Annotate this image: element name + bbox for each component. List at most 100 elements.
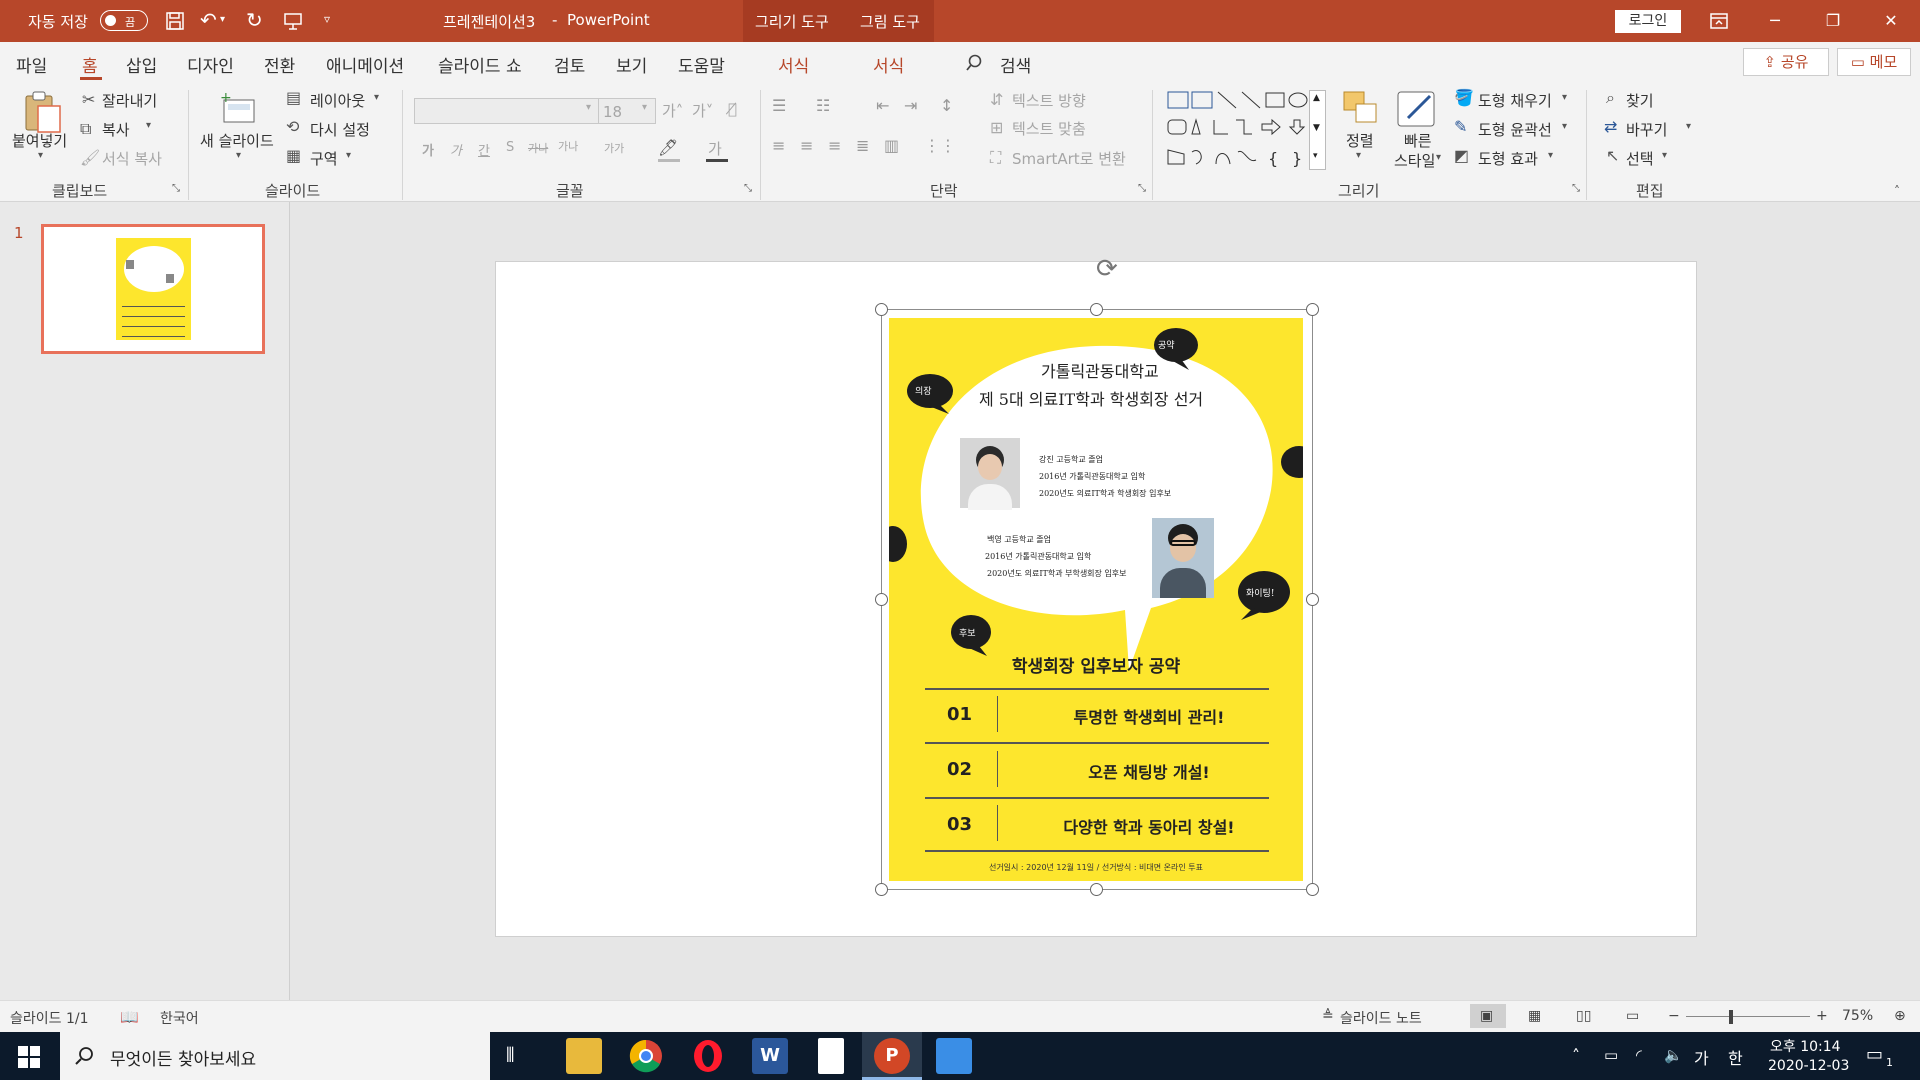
align-center-icon[interactable]: ≡ — [800, 136, 813, 155]
tab-review[interactable]: 검토 — [554, 52, 585, 77]
zoom-in-button[interactable]: + — [1816, 1008, 1828, 1024]
layout-icon[interactable]: ▤ — [286, 88, 301, 107]
layout-label[interactable]: 레이아웃 — [310, 90, 365, 111]
decrease-indent-icon[interactable]: ⇤ — [876, 96, 889, 115]
quick-styles-label-2[interactable]: 스타일 — [1394, 150, 1435, 171]
battery-icon[interactable]: ▭ — [1604, 1046, 1618, 1064]
tab-shape-format[interactable]: 서식 — [778, 52, 809, 77]
shape-outline-dropdown-icon[interactable]: ▾ — [1562, 121, 1567, 132]
quick-styles-dropdown-icon[interactable]: ▾ — [1436, 152, 1441, 163]
paragraph-launcher-icon[interactable]: ⤡ — [1138, 183, 1146, 194]
document-icon[interactable] — [818, 1038, 844, 1074]
tab-view[interactable]: 보기 — [616, 52, 647, 77]
restore-button[interactable]: ❐ — [1810, 0, 1856, 42]
section-label[interactable]: 구역 — [310, 148, 338, 169]
resize-handle-nw[interactable] — [875, 303, 888, 316]
task-view-icon[interactable]: ⫴ — [506, 1043, 514, 1067]
collapse-ribbon-icon[interactable]: ˄ — [1894, 184, 1900, 198]
redo-icon[interactable]: ↻ — [246, 8, 263, 32]
zoom-level[interactable]: 75% — [1842, 1008, 1873, 1024]
font-size-dropdown-icon[interactable]: ▾ — [642, 102, 647, 113]
bullets-icon[interactable]: ☰ — [772, 96, 786, 115]
reset-icon[interactable]: ⟲ — [286, 117, 299, 136]
ime-mode-2[interactable]: 한 — [1728, 1045, 1743, 1069]
paste-dropdown-icon[interactable]: ▾ — [38, 150, 43, 161]
shape-effects-label[interactable]: 도형 효과 — [1478, 148, 1538, 169]
section-dropdown-icon[interactable]: ▾ — [346, 150, 351, 161]
zoom-slider-track[interactable] — [1686, 1016, 1810, 1017]
shapes-scroll[interactable]: ▲ ▼ ▾ — [1309, 90, 1326, 170]
text-direction-label[interactable]: 텍스트 방향 — [1012, 90, 1086, 111]
format-painter-icon[interactable]: 🖌 — [80, 148, 100, 167]
increase-font-icon[interactable]: 가˄ — [662, 100, 683, 121]
slideshow-icon[interactable]: ▭ — [1626, 1008, 1639, 1024]
show-hidden-icons[interactable]: ˄ — [1572, 1046, 1580, 1065]
justify-icon[interactable]: ≣ — [856, 136, 869, 155]
arrange-dropdown-icon[interactable]: ▾ — [1356, 150, 1361, 161]
char-spacing-button[interactable]: 가나 — [558, 138, 578, 154]
align-left-icon[interactable]: ≡ — [772, 136, 785, 155]
customize-qat-icon[interactable]: ▿ — [324, 12, 330, 26]
smartart-label[interactable]: SmartArt로 변환 — [1012, 148, 1126, 169]
numbering-icon[interactable]: ☷ — [816, 96, 830, 115]
shape-fill-icon[interactable]: 🪣 — [1454, 88, 1474, 107]
highlight-icon[interactable]: 🖊 — [658, 138, 678, 157]
find-label[interactable]: 찾기 — [1626, 90, 1654, 111]
paste-icon[interactable] — [22, 88, 62, 134]
minimize-button[interactable]: ─ — [1752, 0, 1798, 42]
ribbon-display-icon[interactable] — [1710, 12, 1728, 30]
decrease-font-icon[interactable]: 가˅ — [692, 100, 713, 121]
align-text-icon[interactable]: ⊞ — [990, 118, 1003, 137]
tab-animations[interactable]: 애니메이션 — [326, 52, 404, 77]
font-name-dropdown-icon[interactable]: ▾ — [586, 102, 591, 113]
tab-home[interactable]: 홈 — [82, 52, 98, 77]
tab-help[interactable]: 도움말 — [678, 52, 725, 77]
copy-label[interactable]: 복사 — [102, 119, 130, 140]
file-explorer-icon[interactable] — [566, 1038, 602, 1074]
rotate-handle-icon[interactable]: ⟳ — [1096, 254, 1118, 284]
resize-handle-w[interactable] — [875, 593, 888, 606]
line-spacing-icon[interactable]: ↕ — [940, 96, 953, 115]
shape-effects-dropdown-icon[interactable]: ▾ — [1548, 150, 1553, 161]
search-label[interactable]: 검색 — [1000, 52, 1031, 77]
text-direction-icon[interactable]: ⇵ — [990, 90, 1003, 109]
autosave-toggle[interactable]: 끔 — [100, 10, 148, 31]
ime-mode-1[interactable]: 가 — [1694, 1045, 1709, 1069]
tab-design[interactable]: 디자인 — [187, 52, 234, 77]
shape-fill-dropdown-icon[interactable]: ▾ — [1562, 92, 1567, 103]
resize-handle-n[interactable] — [1090, 303, 1103, 316]
clipboard-launcher-icon[interactable]: ⤡ — [172, 183, 180, 194]
search-icon[interactable] — [965, 54, 983, 72]
drawing-launcher-icon[interactable]: ⤡ — [1572, 183, 1580, 194]
network-icon[interactable]: ◜ — [1636, 1046, 1642, 1064]
resize-handle-e[interactable] — [1306, 593, 1319, 606]
section-icon[interactable]: ▦ — [286, 146, 301, 165]
strikethrough-button[interactable]: 가나 — [528, 140, 548, 156]
resize-handle-s[interactable] — [1090, 883, 1103, 896]
paste-label[interactable]: 붙여넣기 — [12, 130, 67, 151]
notes-icon[interactable]: ≜ — [1322, 1008, 1334, 1024]
quick-styles-label-1[interactable]: 빠른 — [1404, 130, 1432, 151]
font-launcher-icon[interactable]: ⤡ — [744, 183, 752, 194]
new-slide-icon[interactable]: + — [218, 90, 258, 124]
tab-picture-format[interactable]: 서식 — [873, 52, 904, 77]
shape-effects-icon[interactable]: ◩ — [1454, 146, 1469, 165]
copy-icon[interactable]: ⧉ — [80, 119, 91, 139]
quick-styles-icon[interactable] — [1396, 88, 1438, 128]
new-slide-dropdown-icon[interactable]: ▾ — [236, 150, 241, 161]
arrange-icon[interactable] — [1342, 90, 1380, 130]
share-button[interactable]: ⇪ 공유 — [1743, 48, 1829, 76]
smartart-icon[interactable]: ⛶ — [990, 148, 1001, 168]
layout-dropdown-icon[interactable]: ▾ — [374, 92, 379, 103]
tab-file[interactable]: 파일 — [16, 52, 47, 77]
clock-time[interactable]: 오후 10:14 — [1770, 1036, 1841, 1056]
shadow-button[interactable]: S — [506, 140, 514, 155]
shape-outline-icon[interactable]: ✎ — [1454, 117, 1467, 136]
columns-icon[interactable]: ▥ — [884, 136, 899, 155]
undo-dropdown-icon[interactable]: ▾ — [220, 14, 225, 25]
copy-dropdown-icon[interactable]: ▾ — [146, 120, 151, 131]
undo-icon[interactable]: ↶ — [200, 8, 217, 32]
save-icon[interactable] — [165, 11, 185, 31]
word-icon[interactable]: W — [752, 1038, 788, 1074]
reset-label[interactable]: 다시 설정 — [310, 119, 370, 140]
